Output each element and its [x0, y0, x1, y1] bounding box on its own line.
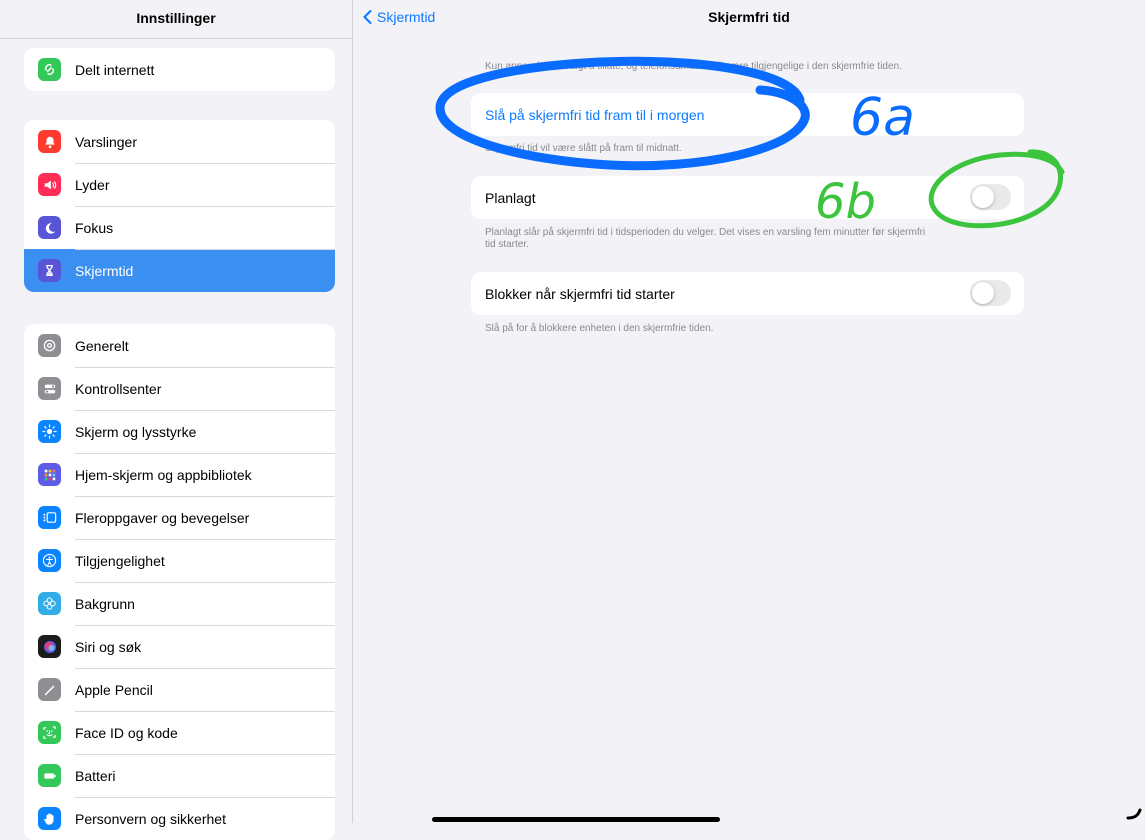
- sounds-icon: [38, 173, 61, 196]
- multitasking-icon: [38, 506, 61, 529]
- sidebar-item-screen-time[interactable]: Skjermtid: [24, 249, 335, 292]
- block-at-downtime-label: Blokker når skjermfri tid starter: [485, 285, 675, 302]
- sidebar-item-battery[interactable]: Batteri: [24, 754, 335, 797]
- scheduled-footnote: Planlagt slår på skjermfri tid i tidsper…: [485, 227, 925, 251]
- sidebar-item-label: Generelt: [75, 337, 129, 354]
- face-id-icon: [38, 721, 61, 744]
- wallpaper-icon: [38, 592, 61, 615]
- scheduled-footnote-line2: tid starter.: [485, 239, 529, 250]
- sidebar-group-notifications: Varslinger Lyder Fokus Skjermtid: [24, 120, 335, 292]
- sidebar-item-notifications[interactable]: Varslinger: [24, 120, 335, 163]
- sidebar-item-home-screen[interactable]: Hjem-skjerm og appbibliotek: [24, 453, 335, 496]
- personal-hotspot-icon: [38, 58, 61, 81]
- privacy-hand-icon: [38, 807, 61, 830]
- gear-icon: [38, 334, 61, 357]
- turn-on-downtime-label: Slå på skjermfri tid fram til i morgen: [485, 106, 705, 123]
- sidebar-item-label: Tilgjengelighet: [75, 552, 165, 569]
- sidebar-item-label: Batteri: [75, 767, 116, 784]
- sidebar-item-label: Lyder: [75, 176, 110, 193]
- sidebar-item-label: Personvern og sikkerhet: [75, 810, 226, 827]
- sidebar-item-label: Delt internett: [75, 61, 155, 78]
- pencil-icon: [38, 678, 61, 701]
- scheduled-label: Planlagt: [485, 189, 536, 206]
- brightness-icon: [38, 420, 61, 443]
- moon-icon: [38, 216, 61, 239]
- sidebar-item-display-brightness[interactable]: Skjerm og lysstyrke: [24, 410, 335, 453]
- siri-icon: [38, 635, 61, 658]
- sidebar-item-general[interactable]: Generelt: [24, 324, 335, 367]
- turn-on-downtime-button[interactable]: Slå på skjermfri tid fram til i morgen: [471, 93, 1024, 136]
- notifications-icon: [38, 130, 61, 153]
- control-center-icon: [38, 377, 61, 400]
- sidebar-item-sounds[interactable]: Lyder: [24, 163, 335, 206]
- sidebar-item-label: Apple Pencil: [75, 681, 153, 698]
- sidebar-item-label: Face ID og kode: [75, 724, 178, 741]
- sidebar-item-wallpaper[interactable]: Bakgrunn: [24, 582, 335, 625]
- settings-sidebar: Innstillinger Delt internett Varslinger …: [0, 0, 353, 840]
- sidebar-group-general: Generelt Kontrollsenter Skjerm og lyssty…: [24, 324, 335, 840]
- sidebar-item-label: Fokus: [75, 219, 114, 236]
- block-at-downtime-row: Blokker når skjermfri tid starter: [471, 272, 1024, 315]
- accessibility-icon: [38, 549, 61, 572]
- detail-pane: Skjermtid Skjermfri tid Kun apper du har…: [353, 0, 1145, 823]
- page-title: Skjermfri tid: [708, 9, 790, 25]
- sidebar-item-label: Varslinger: [75, 133, 137, 150]
- sidebar-item-apple-pencil[interactable]: Apple Pencil: [24, 668, 335, 711]
- sidebar-item-label: Skjermtid: [75, 262, 134, 279]
- sidebar-item-label: Hjem-skjerm og appbibliotek: [75, 466, 252, 483]
- toggle-knob: [972, 186, 994, 208]
- sidebar-item-privacy[interactable]: Personvern og sikkerhet: [24, 797, 335, 840]
- sidebar-item-label: Fleroppgaver og bevegelser: [75, 509, 250, 526]
- sidebar-item-focus[interactable]: Fokus: [24, 206, 335, 249]
- turn-on-footnote: Skjermfri tid vil være slått på fram til…: [485, 143, 682, 154]
- block-footnote: Slå på for å blokkere enheten i den skje…: [485, 323, 714, 334]
- sidebar-item-face-id[interactable]: Face ID og kode: [24, 711, 335, 754]
- battery-icon: [38, 764, 61, 787]
- scheduled-row: Planlagt: [471, 176, 1024, 219]
- sidebar-item-label: Bakgrunn: [75, 595, 135, 612]
- intro-footnote: Kun apper du har valgt å tillate, og tel…: [485, 61, 902, 72]
- navigation-bar: Skjermtid Skjermfri tid: [353, 0, 1145, 38]
- scheduled-footnote-line1: Planlagt slår på skjermfri tid i tidsper…: [485, 227, 926, 238]
- sidebar-item-label: Kontrollsenter: [75, 380, 162, 397]
- hourglass-icon: [38, 259, 61, 282]
- home-indicator[interactable]: [432, 817, 720, 822]
- scheduled-toggle[interactable]: [970, 184, 1011, 210]
- sidebar-item-label: Skjerm og lysstyrke: [75, 423, 197, 440]
- sidebar-item-label: Siri og søk: [75, 638, 142, 655]
- sidebar-item-multitasking[interactable]: Fleroppgaver og bevegelser: [24, 496, 335, 539]
- home-screen-icon: [38, 463, 61, 486]
- sidebar-title: Innstillinger: [0, 0, 352, 39]
- sidebar-item-control-center[interactable]: Kontrollsenter: [24, 367, 335, 410]
- toggle-knob: [972, 282, 994, 304]
- block-at-downtime-toggle[interactable]: [970, 280, 1011, 306]
- sidebar-item-personal-hotspot[interactable]: Delt internett: [24, 48, 335, 91]
- sidebar-group-network: Delt internett: [24, 48, 335, 91]
- sidebar-item-accessibility[interactable]: Tilgjengelighet: [24, 539, 335, 582]
- sidebar-item-siri-search[interactable]: Siri og søk: [24, 625, 335, 668]
